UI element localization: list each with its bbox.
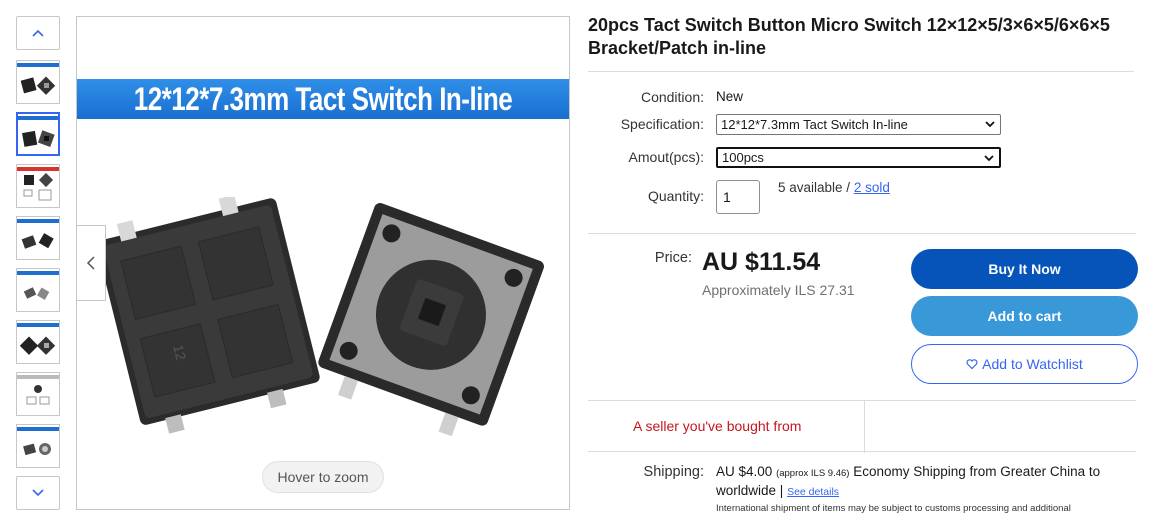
quantity-label: Quantity:: [647, 188, 704, 204]
product-thumbnail-icon: [26, 385, 50, 405]
thumbnail-banner: [17, 427, 59, 431]
seller-note: A seller you've bought from: [633, 418, 802, 434]
shipping-separator: |: [779, 483, 784, 498]
shipping-description: Economy Shipping from Greater China to w…: [716, 464, 1101, 498]
specification-label: Specification:: [620, 116, 704, 132]
international-shipping-note: International shipment of items may be s…: [716, 503, 1071, 514]
sold-link[interactable]: 2 sold: [854, 180, 890, 195]
thumbnail-8[interactable]: [16, 424, 60, 468]
specification-select[interactable]: 12*12*7.3mm Tact Switch In-line: [716, 114, 1001, 135]
thumbnail-6[interactable]: [16, 320, 60, 364]
thumbnail-banner: [18, 116, 58, 120]
divider: [864, 401, 865, 453]
amount-selected-value: 100pcs: [722, 150, 764, 165]
price-label: Price:: [654, 250, 692, 266]
previous-image-button[interactable]: [77, 225, 106, 301]
shipping-details: AU $4.00 (approx ILS 9.46) Economy Shipp…: [716, 463, 1136, 501]
chevron-down-icon: [985, 121, 995, 128]
thumbnail-strip: [16, 16, 60, 510]
add-to-watchlist-button[interactable]: Add to Watchlist: [911, 344, 1138, 384]
thumbnail-4[interactable]: [16, 216, 60, 260]
thumbnail-banner: [17, 167, 59, 171]
chevron-down-icon: [984, 155, 994, 162]
condition-value: New: [716, 89, 744, 104]
main-product-image[interactable]: 12*12*7.3mm Tact Switch In-line 12 Hover…: [76, 16, 570, 510]
product-thumbnail-icon: [19, 336, 56, 355]
product-thumbnail-icon: [23, 287, 50, 300]
buy-it-now-button[interactable]: Buy It Now: [911, 249, 1138, 289]
product-thumbnail-icon: [23, 173, 54, 201]
see-details-link[interactable]: See details: [787, 486, 839, 498]
seller-info-box: A seller you've bought from: [588, 400, 1136, 453]
thumbnail-3[interactable]: [16, 164, 60, 208]
divider: [588, 71, 1134, 72]
product-thumbnail-icon: [22, 130, 55, 147]
banner-text: 12*12*7.3mm Tact Switch In-line: [133, 79, 513, 118]
chevron-down-icon: [32, 489, 44, 497]
availability-text: 5 available / 2 sold: [778, 180, 890, 195]
thumbnail-7[interactable]: [16, 372, 60, 416]
thumbnail-1[interactable]: [16, 60, 60, 104]
available-count: 5 available /: [778, 180, 854, 195]
shipping-cost: AU $4.00: [716, 464, 773, 479]
divider: [588, 233, 1136, 234]
watchlist-label: Add to Watchlist: [982, 356, 1083, 372]
thumbnail-2[interactable]: [16, 112, 60, 156]
shipping-label: Shipping:: [643, 464, 704, 480]
thumbnail-scroll-up-button[interactable]: [16, 16, 60, 50]
thumbnail-banner: [17, 375, 59, 379]
amount-label: Amout(pcs):: [628, 149, 704, 165]
thumbnail-banner: [17, 63, 59, 67]
image-banner: 12*12*7.3mm Tact Switch In-line: [77, 79, 569, 119]
product-thumbnail-icon: [20, 76, 56, 95]
thumbnail-5[interactable]: [16, 268, 60, 312]
chevron-left-icon: [86, 256, 95, 270]
product-thumbnail-icon: [23, 443, 51, 456]
specification-selected-value: 12*12*7.3mm Tact Switch In-line: [721, 117, 908, 132]
price-approx: Approximately ILS 27.31: [702, 282, 855, 298]
quantity-input[interactable]: 1: [716, 180, 760, 214]
tact-switch-illustration: 12: [97, 197, 544, 437]
product-thumbnail-icon: [21, 233, 54, 249]
listing-title: 20pcs Tact Switch Button Micro Switch 12…: [588, 15, 1110, 58]
listing-details: 20pcs Tact Switch Button Micro Switch 12…: [588, 0, 1138, 520]
shipping-cost-approx: (approx ILS 9.46): [776, 468, 850, 479]
heart-icon: [966, 359, 978, 370]
thumbnail-banner: [17, 219, 59, 223]
thumbnail-banner: [17, 323, 59, 327]
add-to-cart-button[interactable]: Add to cart: [911, 296, 1138, 336]
hover-to-zoom-hint: Hover to zoom: [262, 461, 384, 493]
thumbnail-scroll-down-button[interactable]: [16, 476, 60, 510]
amount-select[interactable]: 100pcs: [716, 147, 1001, 168]
price-value: AU $11.54: [702, 248, 821, 276]
condition-label: Condition:: [640, 89, 704, 105]
thumbnail-banner: [17, 271, 59, 275]
chevron-up-icon: [32, 29, 44, 37]
